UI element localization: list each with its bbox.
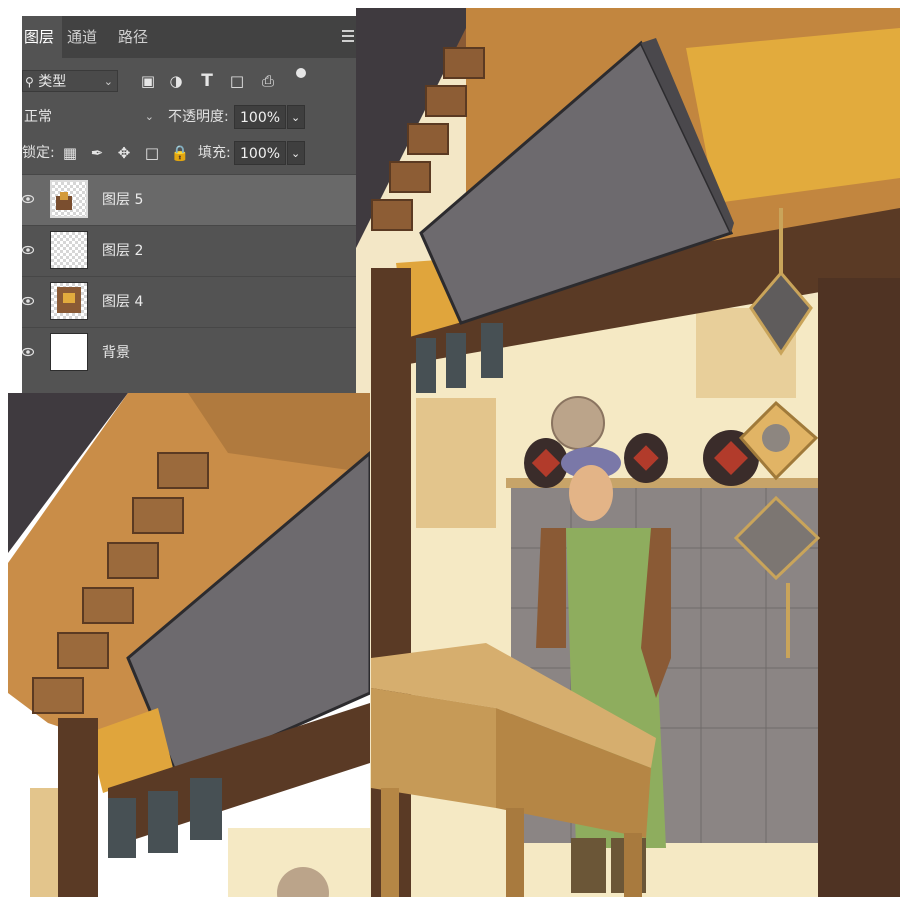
layers-panel: 图层 通道 路径 ⚲ 类型 ⌄ ▣ ◑ T □ ⎙ 正常 ⌄ 不透明度: 100… [22,16,356,393]
layer-name: 图层 5 [102,192,144,208]
filter-smart-object-icon[interactable]: ⎙ [258,71,278,91]
search-icon: ⚲ [25,75,34,89]
chevron-down-icon: ⌄ [144,110,154,123]
blend-row: 正常 ⌄ 不透明度: 100% ⌄ [22,104,356,130]
filter-shape-icon[interactable]: □ [227,71,247,91]
fill-field[interactable]: 100% [234,141,286,165]
layer-thumbnail [50,180,88,218]
lock-position-icon[interactable]: ✥ [114,143,134,163]
filter-type-icon[interactable]: T [197,71,217,91]
chevron-down-icon: ⌄ [103,75,113,88]
layer-thumbnail [50,282,88,320]
filter-pixel-icon[interactable]: ▣ [138,71,158,91]
eye-icon[interactable] [22,295,34,307]
filter-toggle-icon[interactable] [296,68,306,78]
blend-mode-select[interactable]: 正常 ⌄ [22,106,158,128]
panel-tab-bar: 图层 通道 路径 [22,16,356,58]
lock-paint-icon[interactable]: ✒ [87,143,107,163]
opacity-field[interactable]: 100% [234,105,286,129]
opacity-chevron-icon[interactable]: ⌄ [287,105,305,129]
lock-row: 锁定: ▦ ✒ ✥ □ 🔒 填充: 100% ⌄ [22,140,356,166]
lock-label: 锁定: [22,145,55,161]
eye-icon[interactable] [22,244,34,256]
filter-kind-label: 类型 [38,74,67,90]
layer-name: 背景 [102,345,130,361]
filter-adjustment-icon[interactable]: ◑ [166,71,186,91]
lock-artboard-icon[interactable]: □ [142,143,162,163]
layer-thumbnail [50,231,88,269]
layer-row[interactable]: 背景 [22,327,356,378]
illustration-shop-interior [356,8,900,897]
filter-row: ⚲ 类型 ⌄ ▣ ◑ T □ ⎙ [22,68,356,96]
illustration-zoom-view [8,393,370,897]
tab-paths[interactable]: 路径 [118,16,148,58]
opacity-label: 不透明度: [168,109,229,125]
tab-channels[interactable]: 通道 [67,16,97,58]
eye-icon[interactable] [22,193,34,205]
layer-name: 图层 4 [102,294,144,310]
layer-name: 图层 2 [102,243,144,259]
layer-row[interactable]: 图层 5 [22,174,356,225]
eye-icon[interactable] [22,346,34,358]
tab-layers[interactable]: 图层 [22,16,63,58]
layer-thumbnail [50,333,88,371]
panel-menu-icon[interactable] [342,30,354,42]
fill-chevron-icon[interactable]: ⌄ [287,141,305,165]
fill-label: 填充: [198,145,231,161]
layer-row[interactable]: 图层 4 [22,276,356,327]
lock-transparency-icon[interactable]: ▦ [60,143,80,163]
layer-row[interactable]: 图层 2 [22,225,356,276]
filter-kind-select[interactable]: ⚲ 类型 ⌄ [22,70,118,92]
blend-mode-label: 正常 [24,109,52,125]
lock-all-icon[interactable]: 🔒 [170,143,190,163]
